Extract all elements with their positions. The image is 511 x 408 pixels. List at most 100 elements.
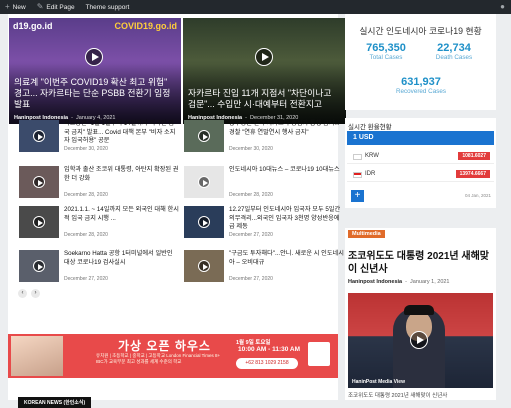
school-logo-icon (308, 342, 330, 366)
list-item-date: December 30, 2020 (64, 146, 108, 152)
list-item[interactable]: Soekarno Hatta 공항 1터미널에서 일반인 대상 코로나19 검사… (19, 250, 179, 290)
list-item-title[interactable]: 외교장관 "1월 1일부터 14일까지 외국인 입국 금지" 발표... Cov… (64, 120, 179, 146)
play-icon[interactable] (198, 130, 210, 142)
recovered-cases-value: 631,937 (401, 76, 441, 88)
article-thumbnail[interactable] (184, 206, 224, 238)
exchange-currency: KRW (365, 153, 379, 159)
death-cases-label: Death Cases (435, 54, 473, 61)
admin-new-button[interactable]: + New (0, 0, 32, 14)
exchange-value: 1081.6027 (458, 152, 490, 160)
exchange-widget: 실시간 환율현황 1 USD KRW 1081.6027 IDR 13974.6… (345, 118, 496, 208)
list-item-title[interactable]: 2021.1.1. ~ 14일까지 모든 외국인 대해 한시적 입국 금지 시행… (64, 206, 179, 223)
play-icon[interactable] (33, 130, 45, 142)
korea-flag-icon (353, 154, 362, 160)
indonesia-flag-icon (353, 172, 362, 178)
list-item-title[interactable]: Soekarno Hatta 공항 1터미널에서 일반인 대상 코로나19 검사… (64, 250, 179, 267)
banner-subtext: 유치원 | 초등학교 | 중학교 | 고등학교 London Financial… (96, 353, 221, 364)
multimedia-title[interactable]: 조코위도도 대통령 2021년 새해맞이 신년사 (348, 250, 496, 276)
exchange-base: 1 USD (347, 131, 494, 145)
hero-article-1[interactable]: d19.go.id COVID19.go.id 의료계 "이번주 COVID19… (9, 18, 181, 124)
article-thumbnail[interactable] (19, 166, 59, 198)
admin-edit-page-button[interactable]: ✎ Edit Page (32, 0, 81, 14)
list-item[interactable]: 인도네시아 10대뉴스 – 코로나19 10대뉴스 December 28, 2… (184, 166, 344, 206)
multimedia-tag[interactable]: Multimedia (348, 230, 385, 238)
article-thumbnail[interactable] (184, 250, 224, 282)
list-item-date: December 27, 2020 (229, 276, 273, 282)
article-thumbnail[interactable] (19, 250, 59, 282)
total-cases-label: Total Cases (369, 54, 403, 61)
exchange-title: 실시간 환율현황 (348, 124, 392, 131)
multimedia-widget: Multimedia 조코위도도 대통령 2021년 새해맞이 신년사 Hani… (345, 228, 496, 400)
exchange-currency: IDR (365, 171, 376, 177)
pencil-icon: ✎ (36, 2, 44, 11)
hero-title[interactable]: 자카르타 진입 11개 지점서 "차단이나고 검문"... 수입만 시·대예부터… (188, 88, 338, 110)
hero-article-2[interactable]: 자카르타 진입 11개 지점서 "차단이나고 검문"... 수입만 시·대예부터… (183, 18, 346, 124)
article-thumbnail[interactable] (19, 206, 59, 238)
play-icon[interactable] (410, 331, 428, 349)
play-icon[interactable] (33, 176, 45, 188)
list-item-title[interactable]: 입학과 출산 조코위 대통령, 아탄지 확장된 권한 더 강화 (64, 166, 179, 183)
exchange-date: 04 Jan, 2021 (464, 193, 491, 198)
pager: ‹ › (18, 289, 40, 298)
article-thumbnail[interactable] (19, 120, 59, 152)
list-item-date: December 30, 2020 (229, 146, 273, 152)
ad-banner[interactable]: 가상 오픈 하우스 유치원 | 초등학교 | 중학교 | 고등학교 London… (8, 334, 338, 378)
admin-theme-support-button[interactable]: Theme support (81, 0, 136, 14)
multimedia-meta: Haninpost Indonesia - January 1, 2021 (348, 279, 450, 285)
prev-page-icon[interactable]: ‹ (18, 289, 27, 298)
admin-new-label: New (12, 3, 26, 11)
list-item-date: December 28, 2020 (64, 232, 108, 238)
list-item-date: December 28, 2020 (64, 192, 108, 198)
total-cases: 765,350 Total Cases (355, 42, 417, 61)
article-thumbnail[interactable] (184, 166, 224, 198)
list-item-title[interactable]: 인도네시아 10대뉴스 – 코로나19 10대뉴스 (229, 166, 344, 175)
multimedia-author: Haninpost Indonesia (348, 279, 403, 285)
list-item-title[interactable]: 송구영신 전야 자카르타 중심가 통행 금지...경찰 "연휴 연말연시 행사 … (229, 120, 344, 137)
play-icon[interactable] (33, 260, 45, 272)
play-icon[interactable] (33, 216, 45, 228)
list-item[interactable]: 2021.1.1. ~ 14일까지 모든 외국인 대해 한시적 입국 금지 시행… (19, 206, 179, 246)
exchange-row: KRW 1081.6027 (347, 150, 494, 164)
admin-edit-label: Edit Page (46, 3, 75, 11)
list-item-title[interactable]: 12.27일부터 인도네시아 입국자 모두 5일간 의무격리...외국인 입국자… (229, 206, 344, 232)
banner-date: 1월 9일 토요일 (236, 340, 271, 346)
banner-photo (11, 336, 63, 376)
exchange-row: IDR 13974.6667 (347, 168, 494, 182)
recovered-cases-label: Recovered Cases (395, 88, 447, 95)
next-page-icon[interactable]: › (31, 289, 40, 298)
hero-watermark-2: COVID19.go.id (114, 21, 177, 31)
list-item-date: December 27, 2020 (229, 232, 273, 238)
hero-title[interactable]: 의료계 "이번주 COVID19 확산 최고 위험" 경고... 자카르타는 단… (14, 77, 173, 110)
list-item-date: December 28, 2020 (229, 192, 273, 198)
death-cases: 22,734 Death Cases (423, 42, 485, 61)
covid-widget: 실시간 인도네시아 코로나19 현황 765,350 Total Cases 2… (345, 14, 496, 110)
play-icon[interactable] (198, 216, 210, 228)
list-item[interactable]: "구금도 투자해다"...안니. 새로운 시 인도네시아 – 오비대규 Dece… (184, 250, 344, 290)
user-icon: ● (500, 2, 505, 11)
multimedia-thumbnail[interactable]: HaninPost Media View (348, 293, 493, 388)
admin-theme-label: Theme support (85, 3, 130, 11)
list-item[interactable]: 외교장관 "1월 1일부터 14일까지 외국인 입국 금지" 발표... Cov… (19, 120, 179, 160)
play-icon[interactable] (198, 176, 210, 188)
list-item-date: December 27, 2020 (64, 276, 108, 282)
play-icon[interactable] (198, 260, 210, 272)
banner-phone[interactable]: +62 813 1029 2158 (236, 358, 298, 369)
recovered-cases: 631,937 Recovered Cases (385, 76, 457, 95)
article-thumbnail[interactable] (184, 120, 224, 152)
list-item-title[interactable]: "구금도 투자해다"...안니. 새로운 시 인도네시아 – 오비대규 (229, 250, 344, 267)
plus-icon: + (5, 2, 10, 11)
covid-title: 실시간 인도네시아 코로나19 현황 (359, 26, 482, 36)
exchange-value: 13974.6667 (455, 170, 490, 178)
multimedia-caption: HaninPost Media View (352, 379, 405, 385)
section-header: KOREAN NEWS (한인소식) (18, 397, 92, 408)
main-content: d19.go.id COVID19.go.id 의료계 "이번주 COVID19… (8, 14, 346, 408)
admin-account-button[interactable]: ● (495, 0, 511, 14)
total-cases-value: 765,350 (366, 42, 406, 54)
list-item[interactable]: 12.27일부터 인도네시아 입국자 모두 5일간 의무격리...외국인 입국자… (184, 206, 344, 246)
list-item[interactable]: 입학과 출산 조코위 대통령, 아탄지 확장된 권한 더 강화 December… (19, 166, 179, 206)
death-cases-value: 22,734 (437, 42, 471, 54)
banner-headline: 가상 오픈 하우스 (118, 339, 211, 353)
list-item[interactable]: 송구영신 전야 자카르타 중심가 통행 금지...경찰 "연휴 연말연시 행사 … (184, 120, 344, 160)
multimedia-footer-title[interactable]: 조코위도도 대통령 2021년 새해맞이 신년사 (348, 391, 447, 399)
add-currency-button[interactable]: + (351, 190, 364, 202)
